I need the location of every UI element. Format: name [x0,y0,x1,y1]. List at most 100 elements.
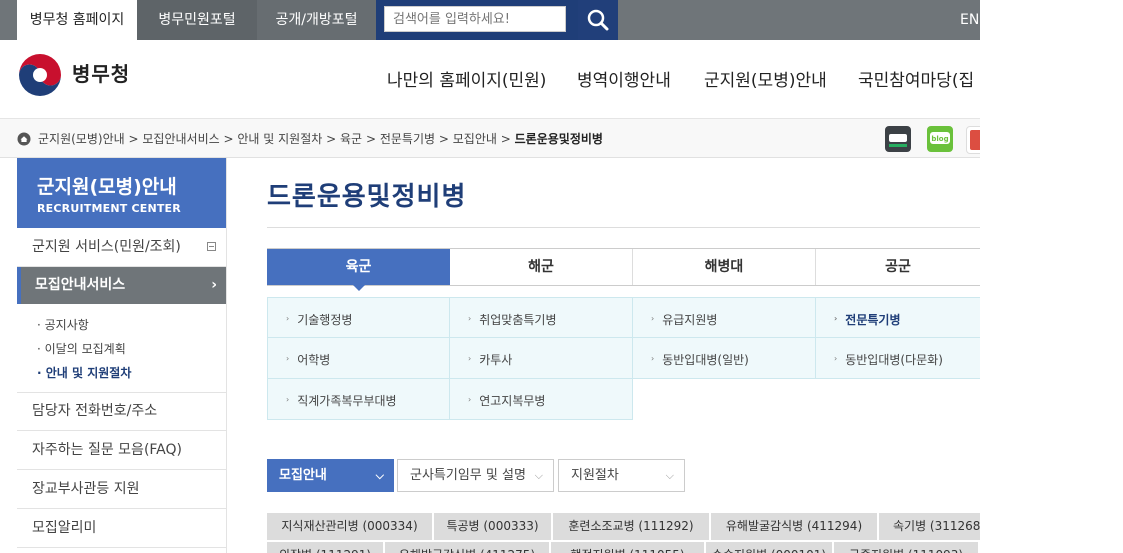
breadcrumb-separator: > [438,132,449,146]
band-icon[interactable] [885,126,911,152]
category-item[interactable]: › 동반입대병(일반) [633,338,816,379]
category-item[interactable]: › 직계가족복무부대병 [267,379,450,420]
category-item-selected[interactable]: › 전문특기병 [816,297,980,338]
lnb-sub-application-guide[interactable]: · 안내 및 지원절차 [37,364,131,381]
breadcrumb-item[interactable]: 군지원(모병)안내 [38,132,125,146]
chevron-down-icon: ⌵ [375,469,384,482]
breadcrumb-separator: > [365,132,376,146]
home-icon[interactable] [17,131,31,150]
specialty-chip[interactable]: 지식재산관리병 (000334) [267,513,434,540]
breadcrumb-item[interactable]: 안내 및 지원절차 [237,132,322,146]
lnb-header: 군지원(모병)안내 RECRUITMENT CENTER [17,158,227,228]
category-label: 동반입대병(다문화) [845,353,943,367]
select-label: 군사특기임무 및 설명 [410,468,526,483]
lnb-item-label: 자주하는 질문 모음(FAQ) [32,442,182,458]
lnb-item-label: 모집알리미 [32,520,97,536]
title-divider [267,227,980,228]
bullet-icon: › [651,354,655,363]
lnb-item-officer[interactable]: 장교부사관등 지원 [17,470,227,509]
select-application-process[interactable]: 지원절차 ⌵ [558,459,685,492]
gnb-recruitment[interactable]: 군지원(모병)안내 [704,66,827,91]
breadcrumb-item[interactable]: 모집안내서비스 [142,132,219,146]
lnb-item-recruit-service[interactable]: 모집안내서비스 › [17,267,227,304]
blank-margin [980,0,1123,553]
category-label: 전문특기병 [845,313,901,327]
tab-navy[interactable]: 해군 [450,249,633,285]
blog-icon[interactable]: blog [927,126,953,152]
category-item[interactable]: › 기술행정병 [267,297,450,338]
lnb-item-alarm[interactable]: 모집알리미 [17,509,227,548]
select-recruit-info[interactable]: 모집안내 ⌵ [267,459,394,492]
expand-icon [207,242,216,251]
search-area [376,0,578,40]
category-label: 기술행정병 [297,313,353,327]
bullet-icon: › [468,314,472,323]
category-item[interactable]: › 연고지복무병 [450,379,633,420]
category-item[interactable]: › 취업맞춤특기병 [450,297,633,338]
lnb-sub-monthly-plan[interactable]: · 이달의 모집계획 [37,340,126,357]
tab-marines[interactable]: 해병대 [633,249,816,285]
specialty-chip[interactable]: 속기병 (311268) [879,513,980,540]
page-viewport: 병무청 홈페이지 병무민원포털 공개/개방포털 EN 병무청 나만의 홈페이지(… [0,0,980,553]
lnb-item-label: 모집안내서비스 [35,277,126,293]
english-link[interactable]: EN [960,0,979,40]
lnb-sub-notice[interactable]: · 공지사항 [37,316,89,333]
category-item[interactable]: › 유급지원병 [633,297,816,338]
bullet-icon: › [834,354,838,363]
specialty-chip[interactable]: 의장병 (111291) [267,542,385,553]
breadcrumb-current: 드론운용및정비병 [514,132,603,146]
gnb-participation[interactable]: 국민참여마당(집 [858,66,974,91]
gnb-my-homepage[interactable]: 나만의 홈페이지(민원) [387,66,546,91]
category-label: 어학병 [297,353,331,367]
breadcrumb-separator: > [128,132,139,146]
select-mission-desc[interactable]: 군사특기임무 및 설명 ⌵ [397,459,554,492]
search-button[interactable] [578,0,618,40]
gnb-military-service[interactable]: 병역이행안내 [577,66,671,91]
lnb-item-contacts[interactable]: 담당자 전화번호/주소 [17,392,227,431]
category-label: 직계가족복무부대병 [297,394,397,408]
breadcrumb-item[interactable]: 전문특기병 [380,132,435,146]
lnb-item-label: 군지원 서비스(민원/조회) [32,239,181,255]
tab-civil-portal[interactable]: 병무민원포털 [137,0,257,40]
tab-home[interactable]: 병무청 홈페이지 [17,0,137,40]
bullet-icon: › [651,314,655,323]
lnb-divider [226,158,227,553]
chevron-down-icon: ⌵ [665,469,674,482]
lnb-item-label: 담당자 전화번호/주소 [32,403,158,419]
category-label: 유급지원병 [662,313,718,327]
tab-army[interactable]: 육군 [267,249,450,285]
search-input[interactable] [384,6,566,32]
tab-airforce[interactable]: 공군 [816,249,980,285]
lnb-item-civil-service[interactable]: 군지원 서비스(민원/조회) [17,228,227,267]
category-label: 카투사 [479,353,513,367]
specialty-chip[interactable]: 군종지원병 (111093) [834,542,980,553]
specialty-chip[interactable]: 수송지원병 (000101) [706,542,834,553]
specialty-chip[interactable]: 행정지원병 (111055) [551,542,706,553]
breadcrumb-item[interactable]: 육군 [340,132,362,146]
breadcrumb-item[interactable]: 모집안내 [453,132,497,146]
bullet-icon: › [468,395,472,404]
lnb-item-label: 장교부사관등 지원 [32,481,140,497]
chevron-down-icon: ⌵ [534,469,543,482]
specialty-chip[interactable]: 유해발굴감식병 (411275) [385,542,551,553]
select-label: 지원절차 [571,468,619,483]
specialty-chip[interactable]: 훈련소조교병 (111292) [553,513,711,540]
category-item[interactable]: › 어학병 [267,338,450,379]
breadcrumb: 군지원(모병)안내 > 모집안내서비스 > 안내 및 지원절차 > 육군 > 전… [38,130,603,147]
active-tab-arrow [352,284,366,291]
specialty-chip[interactable]: 특공병 (000333) [434,513,553,540]
logo-text[interactable]: 병무청 [72,58,130,87]
select-label: 모집안내 [279,468,327,483]
page-title: 드론운용및정비병 [267,182,467,212]
category-item[interactable]: › 동반입대병(다문화) [816,338,980,379]
specialty-chip[interactable]: 유해발굴감식병 (411294) [711,513,879,540]
breadcrumb-separator: > [500,132,511,146]
top-bar: 병무청 홈페이지 병무민원포털 공개/개방포털 EN [0,0,980,40]
taegeuk-logo-icon[interactable] [17,52,63,102]
bullet-icon: › [834,314,838,323]
google-plus-icon[interactable] [966,126,980,154]
category-item[interactable]: › 카투사 [450,338,633,379]
tab-open-portal[interactable]: 공개/개방포털 [257,0,376,40]
bullet-icon: › [286,354,290,363]
lnb-item-faq[interactable]: 자주하는 질문 모음(FAQ) [17,431,227,470]
